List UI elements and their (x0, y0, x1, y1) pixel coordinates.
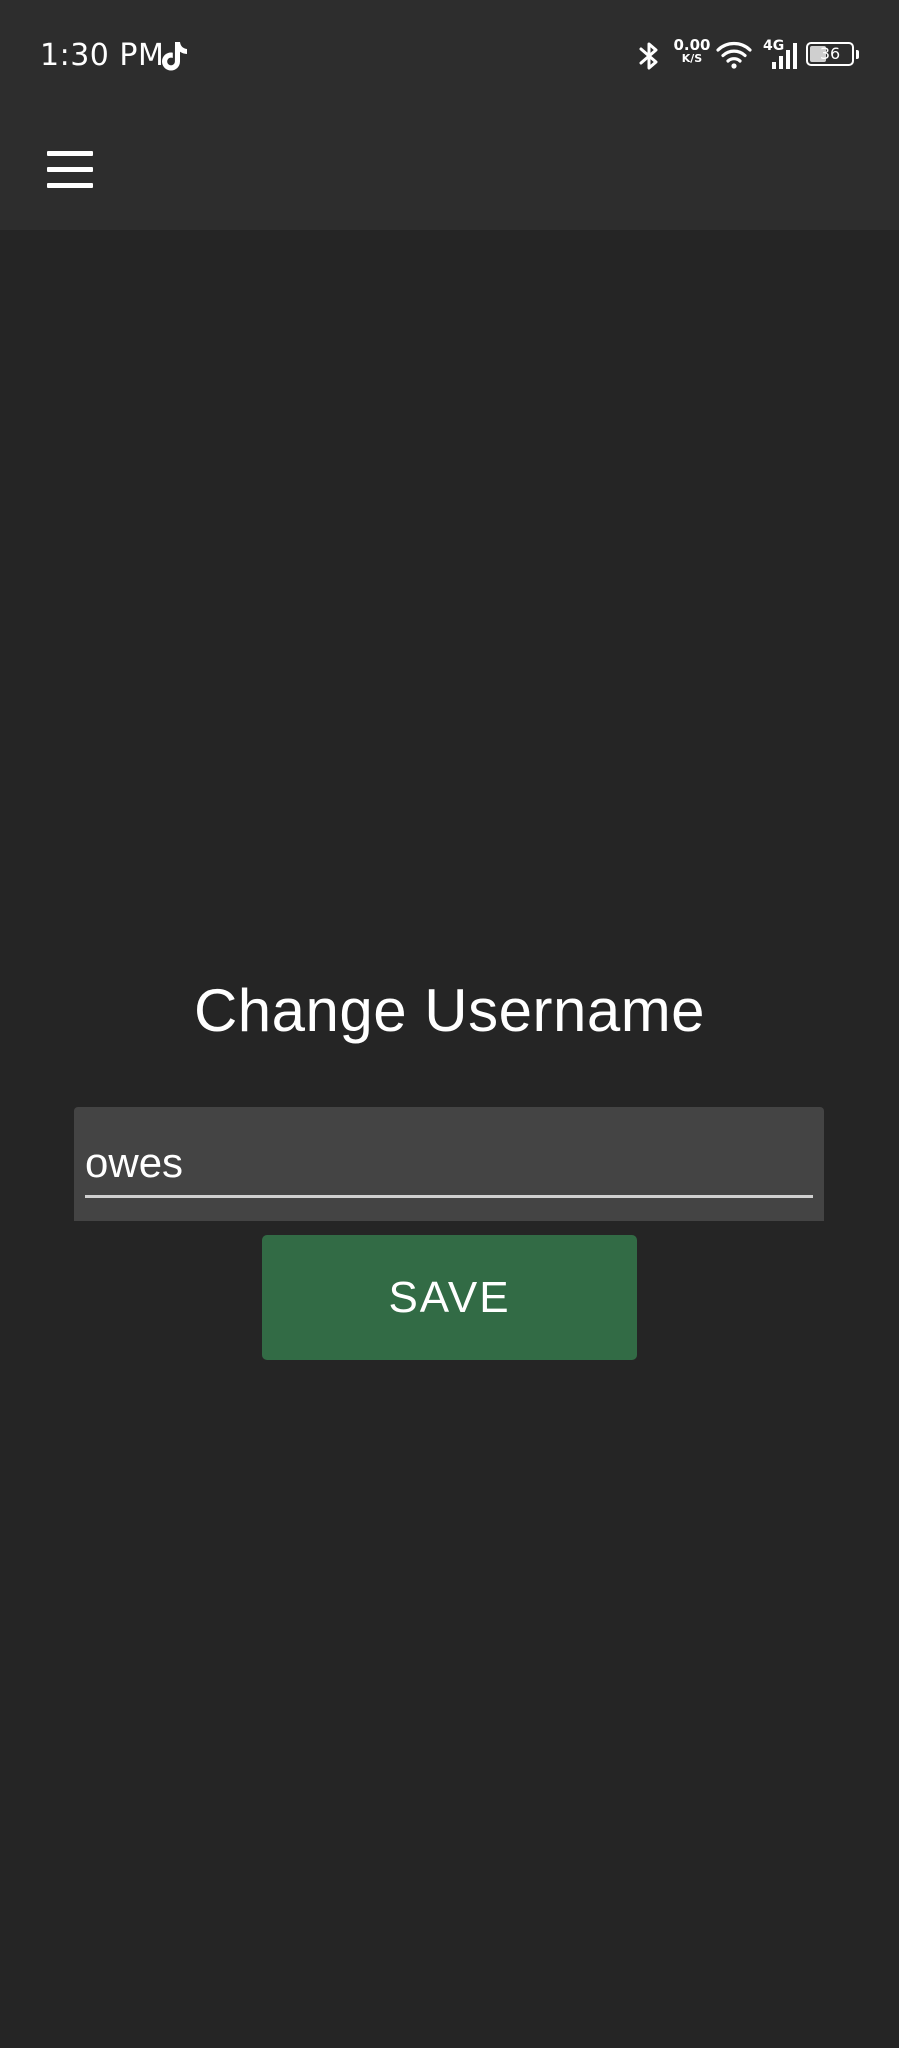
tiktok-icon (162, 42, 187, 71)
username-field[interactable] (74, 1107, 824, 1221)
username-underline (85, 1195, 813, 1198)
status-bar: 1:30 PM 0.00 K/S 4G 36 (0, 0, 899, 110)
username-input[interactable] (85, 1135, 813, 1191)
bluetooth-icon (639, 42, 658, 70)
battery-tip (856, 50, 859, 59)
menu-bar-bottom (47, 183, 93, 188)
signal-icon (772, 43, 797, 69)
save-button[interactable]: SAVE (262, 1235, 637, 1360)
page-title: Change Username (193, 977, 706, 1044)
main-content: Change Username SAVE (0, 230, 899, 2048)
status-time: 1:30 PM (40, 38, 165, 73)
net-speed-unit: K/S (681, 52, 703, 65)
battery-icon: 36 (806, 42, 854, 66)
wifi-icon (716, 42, 752, 69)
menu-bar-middle (47, 167, 93, 172)
net-speed-value: 0.00 (673, 36, 711, 54)
menu-bar-top (47, 151, 93, 156)
net-speed: 0.00 K/S (672, 38, 712, 66)
app-bar (0, 110, 899, 230)
hamburger-menu-icon[interactable] (36, 136, 104, 204)
battery-level: 36 (819, 44, 841, 63)
